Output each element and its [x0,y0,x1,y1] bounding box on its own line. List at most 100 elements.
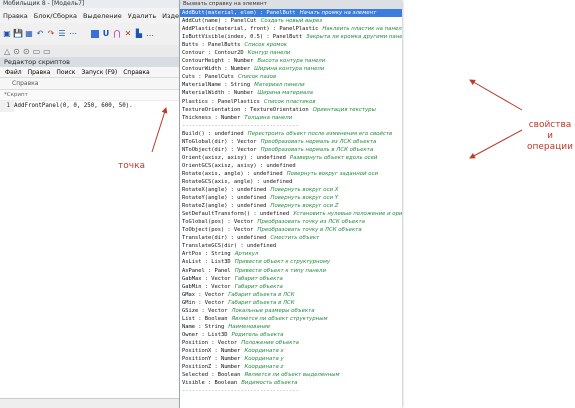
list-item[interactable]: Position : Vector Положение объекта [180,339,402,347]
item-signature: ToGlobal(pos) : Vector [182,219,254,226]
dotted-icon[interactable]: ⋯ [68,28,78,40]
list-item[interactable]: GMin : Vector Габарит объекта в ЛСК [180,299,402,307]
list-item[interactable]: MaterialWidth : Number Ширина материала [180,89,402,97]
more-icon[interactable]: … [145,28,155,40]
list-item[interactable]: Selected : Boolean Является ли объект выд… [180,371,402,379]
draw-tool-icon-4[interactable]: ▭ [43,47,51,56]
draw-tool-icon-0[interactable]: △ [4,47,10,56]
item-signature: PositionZ : Number [182,364,241,371]
u-tool-icon[interactable]: U [101,28,111,40]
list-item[interactable]: GSize : Vector Локальные размеры объекта [180,307,402,315]
save-icon[interactable]: 💾 [13,28,23,40]
list-item[interactable]: Plastics : PanelPlastics Список пластиков [180,98,402,106]
list-item[interactable]: MaterialName : String Материал панели [180,81,402,89]
item-description: Материал панели [254,82,305,89]
editor-menu-item-1[interactable]: Правка [25,67,54,77]
redo-icon[interactable]: ↷ [46,28,56,40]
list-item[interactable]: Owner : List3D Родитель объекта [180,331,402,339]
list-item[interactable]: ContourWidth : Number Ширина контура пане… [180,65,402,73]
item-signature: NToGlobal(dir) : Vector [182,138,257,145]
list-item[interactable]: RotateZ(angle) : undefined Повернуть вокр… [180,202,402,210]
list-item[interactable]: ArtPos : String Артикул [180,250,402,258]
magnet-icon[interactable]: ⋂ [112,28,122,40]
list-item[interactable]: Visible : Boolean Видимость объекта [180,379,402,387]
list-item[interactable]: TranslateGCS(dir) : undefined [180,242,402,250]
editor-menu-item-2[interactable]: Поиск [53,67,78,77]
list-icon[interactable]: ☰ [57,28,67,40]
list-item[interactable]: RotateX(angle) : undefined Повернуть вокр… [180,186,402,194]
list-item[interactable]: AsList : List3D Привести объект к структу… [180,258,402,266]
list-item[interactable]: ToObject(pos) : Vector Преобразовать точк… [180,226,402,234]
item-signature: List : Boolean [182,315,228,322]
draw-tool-icon-3[interactable]: ▭ [33,47,41,56]
item-signature: ContourHeight : Number [182,58,254,65]
list-item[interactable]: Name : String Наименование [180,323,402,331]
list-item[interactable]: Cuts : PanelCuts Список пазов [180,73,402,81]
shape-icon[interactable]: ▙ [134,28,144,40]
list-item[interactable]: ContourHeight : Number Высота контура пан… [180,57,402,65]
item-description: Установить нулевые положение и ориентаци… [293,211,402,218]
list-item[interactable]: GabMin : Vector Габарит объекта [180,283,402,291]
list-item[interactable]: Translate(dir) : undefined Сместить объек… [180,234,402,242]
item-description: Начать промку на элемент [299,10,377,17]
item-description: Повернуть вокруг оси Z [270,203,339,210]
draw-tool-icon-1[interactable]: ⊙ [13,47,20,56]
item-description: Наклеить пластик на панель [322,26,402,33]
item-description: Наименование [228,323,271,330]
list-item[interactable]: OrientGCS(axisz, axisy) : undefined [180,162,402,170]
blue-square-icon[interactable] [91,30,99,38]
list-item[interactable]: NToObject(dir) : Vector Преобразовать нор… [180,146,402,154]
x-icon[interactable]: ✕ [123,28,133,40]
draw-tool-icon-2[interactable]: ⊙ [23,47,30,56]
main-toolbar: ▣ 💾 ▦ ↶ ↷ ☰ ⋯ U ⋂ ✕ ▙… [0,23,182,45]
spacer-icon[interactable] [79,28,89,40]
list-item[interactable]: PositionZ : Number Координата z [180,363,402,371]
list-item[interactable]: GabMax : Vector Габарит объекта [180,275,402,283]
list-item[interactable]: RotateGCS(axis, angle) : undefined [180,178,402,186]
list-item[interactable]: Rotate(axis, angle) : undefined Повернуть… [180,170,402,178]
list-item[interactable]: Build() : undefined Перестроить объект по… [180,130,402,138]
menu-item-2[interactable]: Выделение [80,12,125,20]
editor-menu-item-0[interactable]: Файл [2,67,25,77]
list-item[interactable]: Thickness : Number Толщина панели [180,114,402,122]
list-item[interactable]: AddCut(name) : PanelCut Создать новый выр… [180,17,402,25]
editor-menu-item-3[interactable]: Запуск (F9) [78,67,120,77]
new-icon[interactable]: ▣ [2,28,12,40]
editor-tab-script[interactable]: *Скрипт [0,90,181,101]
list-item[interactable]: ToGlobal(pos) : Vector Преобразовать точк… [180,218,402,226]
item-signature: PositionX : Number [182,347,241,354]
list-item[interactable]: AddPlastic(material, front) : PanelPlast… [180,25,402,33]
list-item[interactable]: Orient(axisz, axisy) : undefined Разверну… [180,154,402,162]
item-signature: GSize : Vector [182,307,228,314]
code-text[interactable]: AddFrontPanel(0, 0, 250, 600, 50). [14,101,133,112]
editor-help-label[interactable]: Справка [0,78,181,90]
list-item[interactable]: PositionY : Number Координата y [180,355,402,363]
list-item[interactable]: RotateY(angle) : undefined Повернуть вокр… [180,194,402,202]
list-item[interactable]: NToGlobal(dir) : Vector Преобразовать нор… [180,138,402,146]
grid-icon[interactable]: ▦ [24,28,34,40]
item-description: Преобразовать нормаль в ЛСК объекта [260,146,374,153]
list-separator: ------------------------------------ [180,387,402,395]
code-line[interactable]: 1 AddFrontPanel(0, 0, 250, 600, 50). [0,101,181,112]
autocomplete-list[interactable]: AddButt(material, elem) : PanelButt Начат… [180,9,402,395]
list-item[interactable]: Contour : Contour2D Контур панели [180,49,402,57]
item-signature: GMax : Vector [182,291,225,298]
list-item[interactable]: Butts : PanelButts Список кромок [180,41,402,49]
menu-item-3[interactable]: Удалить [125,12,159,20]
item-signature: AddCut(name) : PanelCut [182,18,257,25]
list-item[interactable]: TextureOrientation : TextureOrientation О… [180,106,402,114]
list-item[interactable]: PositionX : Number Координата x [180,347,402,355]
autocomplete-dropdown[interactable]: Вызвать справку на элемент AddButt(mater… [179,0,402,408]
menu-item-1[interactable]: Блок/Сборка [31,12,80,20]
list-item[interactable]: SetDefaultTransform() : undefined Установ… [180,210,402,218]
list-item[interactable]: IsButtVisible(index, 0.5) : PanelButt Зак… [180,33,402,41]
script-editor-menu: Файл Правка Поиск Запуск (F9) Справка [0,67,181,78]
menu-item-0[interactable]: Правка [0,12,31,20]
list-item[interactable]: AsPanel : Panel Привести объект к типу па… [180,267,402,275]
editor-menu-item-4[interactable]: Справка [120,67,152,77]
undo-icon[interactable]: ↶ [35,28,45,40]
item-description: Перестроить объект после изменения его с… [247,130,393,137]
list-item[interactable]: GMax : Vector Габарит объекта в ЛСК [180,291,402,299]
list-item[interactable]: AddButt(material, elem) : PanelButt Начат… [180,9,402,18]
list-item[interactable]: List : Boolean Является ли объект структу… [180,315,402,323]
